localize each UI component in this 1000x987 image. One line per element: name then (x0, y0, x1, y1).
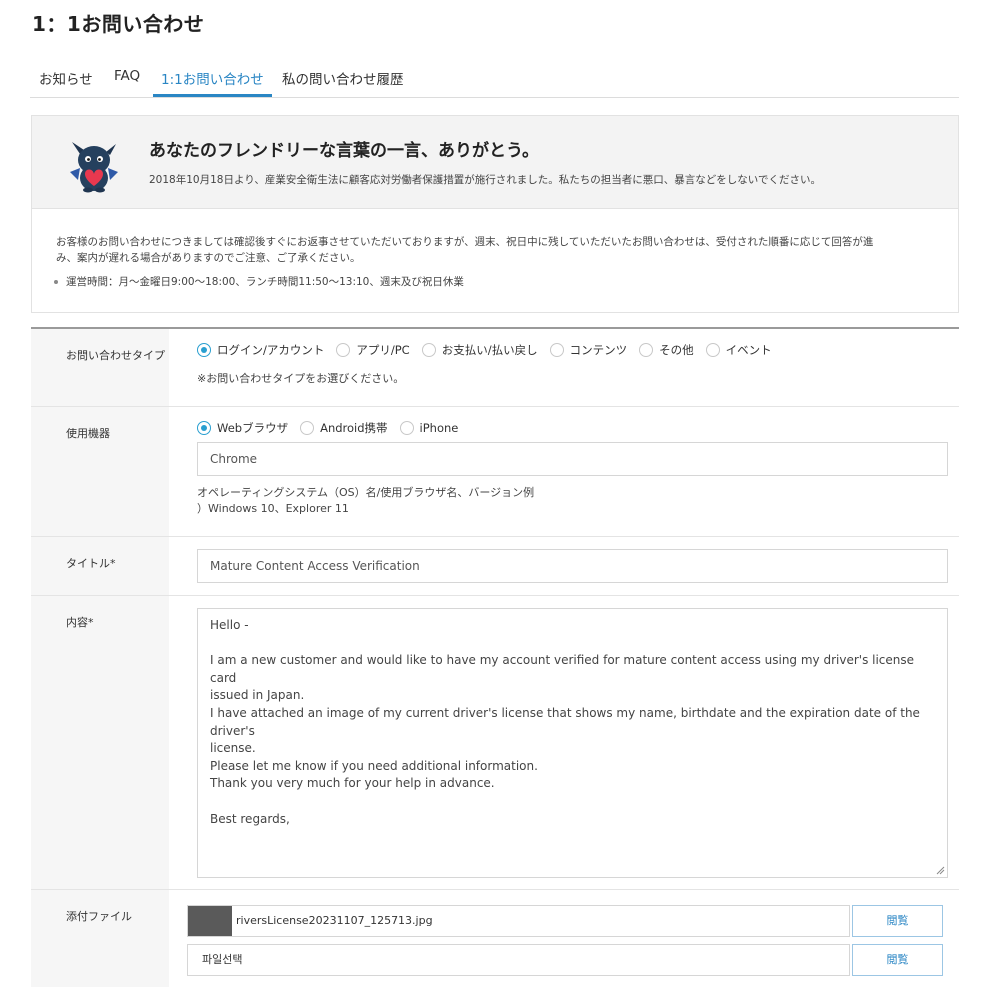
device-hint: オペレーティングシステム（OS）名/使用ブラウザ名、バージョン例 ）Window… (197, 485, 534, 517)
radio-label: ログイン/アカウント (217, 343, 325, 357)
row-label-bg: 内容* (31, 596, 169, 889)
content-line: Thank you very much for your help in adv… (210, 776, 495, 791)
notice-body: お客様のお問い合わせにつきましては確認後すぐにお返事させていただいておりますが、… (56, 234, 936, 266)
notice-body-line: み、案内が遅れる場合がありますのでご注意、ご了承ください。 (56, 252, 361, 264)
browse-button[interactable]: 閲覧 (852, 944, 943, 976)
radio-checked-icon (197, 421, 211, 435)
tab-faq[interactable]: FAQ (114, 68, 140, 97)
file-input[interactable]: 파일선택 (187, 944, 850, 976)
tab-one-on-one-inquiry[interactable]: 1:1お問い合わせ (153, 68, 272, 97)
browse-button[interactable]: 閲覧 (852, 905, 943, 937)
radio-event[interactable]: イベント (705, 342, 772, 358)
tab-bar: お知らせ FAQ 1:1お問い合わせ 私の問い合わせ履歴 (30, 62, 959, 98)
page-title: 1：1お問い合わせ (32, 12, 205, 36)
radio-android[interactable]: Android携帯 (300, 420, 388, 436)
row-title: タイトル* Mature Content Access Verification (31, 537, 959, 596)
dragon-mascot-icon (70, 142, 118, 193)
radio-unchecked-icon (336, 343, 351, 357)
radio-label: コンテンツ (569, 343, 628, 357)
content-line (210, 793, 935, 811)
row-label-bg: お問い合わせタイプ (31, 329, 169, 406)
radio-unchecked-icon (705, 343, 720, 357)
content-line: issued in Japan. (210, 688, 305, 703)
row-label-bg: 添付ファイル (31, 890, 169, 987)
file-name: riversLicense20231107_125713.jpg (236, 914, 433, 927)
row-label-bg: タイトル* (31, 537, 169, 595)
inquiry-type-hint: ※お問い合わせタイプをお選びください。 (197, 372, 405, 385)
resize-handle-icon[interactable] (935, 865, 945, 875)
operating-hours-text: 運営時間：月〜金曜日9:00〜18:00、ランチ時間11:50〜13:10、週末… (66, 276, 464, 288)
content-line: I have attached an image of my current d… (210, 705, 920, 738)
notice-box: あなたのフレンドリーな言葉の一言、ありがとう。 2018年10月18日より、産業… (31, 115, 959, 313)
radio-label: イベント (725, 343, 772, 357)
radio-payment-refund[interactable]: お支払い/払い戻し (421, 342, 538, 358)
row-attachment: 添付ファイル riversLicense20231107_125713.jpg … (31, 890, 959, 987)
radio-unchecked-icon (399, 421, 414, 435)
content-textarea[interactable]: Hello - I am a new customer and would li… (197, 608, 948, 878)
row-inquiry-type: お問い合わせタイプ ログイン/アカウント アプリ/PC お支払い/払い戻し コン… (31, 329, 959, 407)
content-line: Please let me know if you need additiona… (210, 758, 538, 773)
notice-subtext: 2018年10月18日より、産業安全衛生法に顧客応対労働者保護措置が施行されまし… (149, 174, 821, 186)
radio-unchecked-icon (421, 343, 436, 357)
notice-banner: あなたのフレンドリーな言葉の一言、ありがとう。 2018年10月18日より、産業… (32, 116, 958, 209)
row-content: ログイン/アカウント アプリ/PC お支払い/払い戻し コンテンツ その他 イベ… (169, 329, 959, 406)
radio-label: Android携帯 (320, 421, 388, 435)
content-line: I am a new customer and would like to ha… (210, 653, 915, 685)
notice-body-line: お客様のお問い合わせにつきましては確認後すぐにお返事させていただいておりますが、… (56, 236, 874, 248)
radio-iphone[interactable]: iPhone (399, 421, 459, 435)
radio-checked-icon (197, 343, 211, 357)
tab-inquiry-history[interactable]: 私の問い合わせ履歴 (282, 68, 404, 97)
device-hint-line: ）Windows 10、Explorer 11 (197, 502, 349, 515)
row-label-bg: 使用機器 (31, 407, 169, 536)
redacted-block (188, 906, 232, 936)
row-content: Hello - I am a new customer and would li… (169, 596, 959, 889)
device-label: 使用機器 (66, 427, 110, 440)
browser-input[interactable]: Chrome (197, 442, 948, 476)
title-label: タイトル* (66, 557, 116, 570)
bullet-dot-icon (54, 280, 58, 284)
row-device: 使用機器 Webブラウザ Android携帯 iPhone Chrome オペレ… (31, 407, 959, 537)
device-hint-line: オペレーティングシステム（OS）名/使用ブラウザ名、バージョン例 (197, 486, 535, 499)
content-line: Hello - (210, 618, 249, 632)
inquiry-type-radio-group: ログイン/アカウント アプリ/PC お支払い/払い戻し コンテンツ その他 イベ… (197, 342, 784, 358)
file-input[interactable]: riversLicense20231107_125713.jpg (187, 905, 850, 937)
radio-web-browser[interactable]: Webブラウザ (197, 420, 288, 436)
content-line: license. (210, 741, 256, 756)
inquiry-type-label: お問い合わせタイプ (66, 349, 165, 362)
device-radio-group: Webブラウザ Android携帯 iPhone (197, 420, 470, 436)
radio-label: その他 (659, 343, 694, 357)
radio-label: Webブラウザ (217, 421, 289, 435)
radio-contents[interactable]: コンテンツ (549, 342, 628, 358)
radio-unchecked-icon (639, 343, 654, 357)
radio-login-account[interactable]: ログイン/アカウント (197, 342, 324, 358)
attachment-label: 添付ファイル (66, 910, 132, 923)
radio-other[interactable]: その他 (639, 342, 694, 358)
notice-heading: あなたのフレンドリーな言葉の一言、ありがとう。 (149, 141, 539, 161)
content-line (210, 635, 935, 653)
radio-unchecked-icon (300, 421, 315, 435)
radio-label: お支払い/払い戻し (441, 343, 538, 357)
radio-label: アプリ/PC (356, 343, 410, 357)
radio-unchecked-icon (549, 343, 564, 357)
radio-app-pc[interactable]: アプリ/PC (336, 342, 410, 358)
row-content: riversLicense20231107_125713.jpg 閲覧 파일선택… (169, 890, 959, 987)
radio-label: iPhone (419, 421, 459, 435)
content-label: 内容* (66, 616, 94, 629)
tab-notices[interactable]: お知らせ (39, 68, 93, 97)
row-content: Webブラウザ Android携帯 iPhone Chrome オペレーティング… (169, 407, 959, 536)
operating-hours: 運営時間：月〜金曜日9:00〜18:00、ランチ時間11:50〜13:10、週末… (54, 274, 464, 289)
row-content-body: 内容* Hello - I am a new customer and woul… (31, 596, 959, 890)
title-input[interactable]: Mature Content Access Verification (197, 549, 948, 583)
content-line: Best regards, (210, 811, 290, 826)
row-content: Mature Content Access Verification (169, 537, 959, 595)
